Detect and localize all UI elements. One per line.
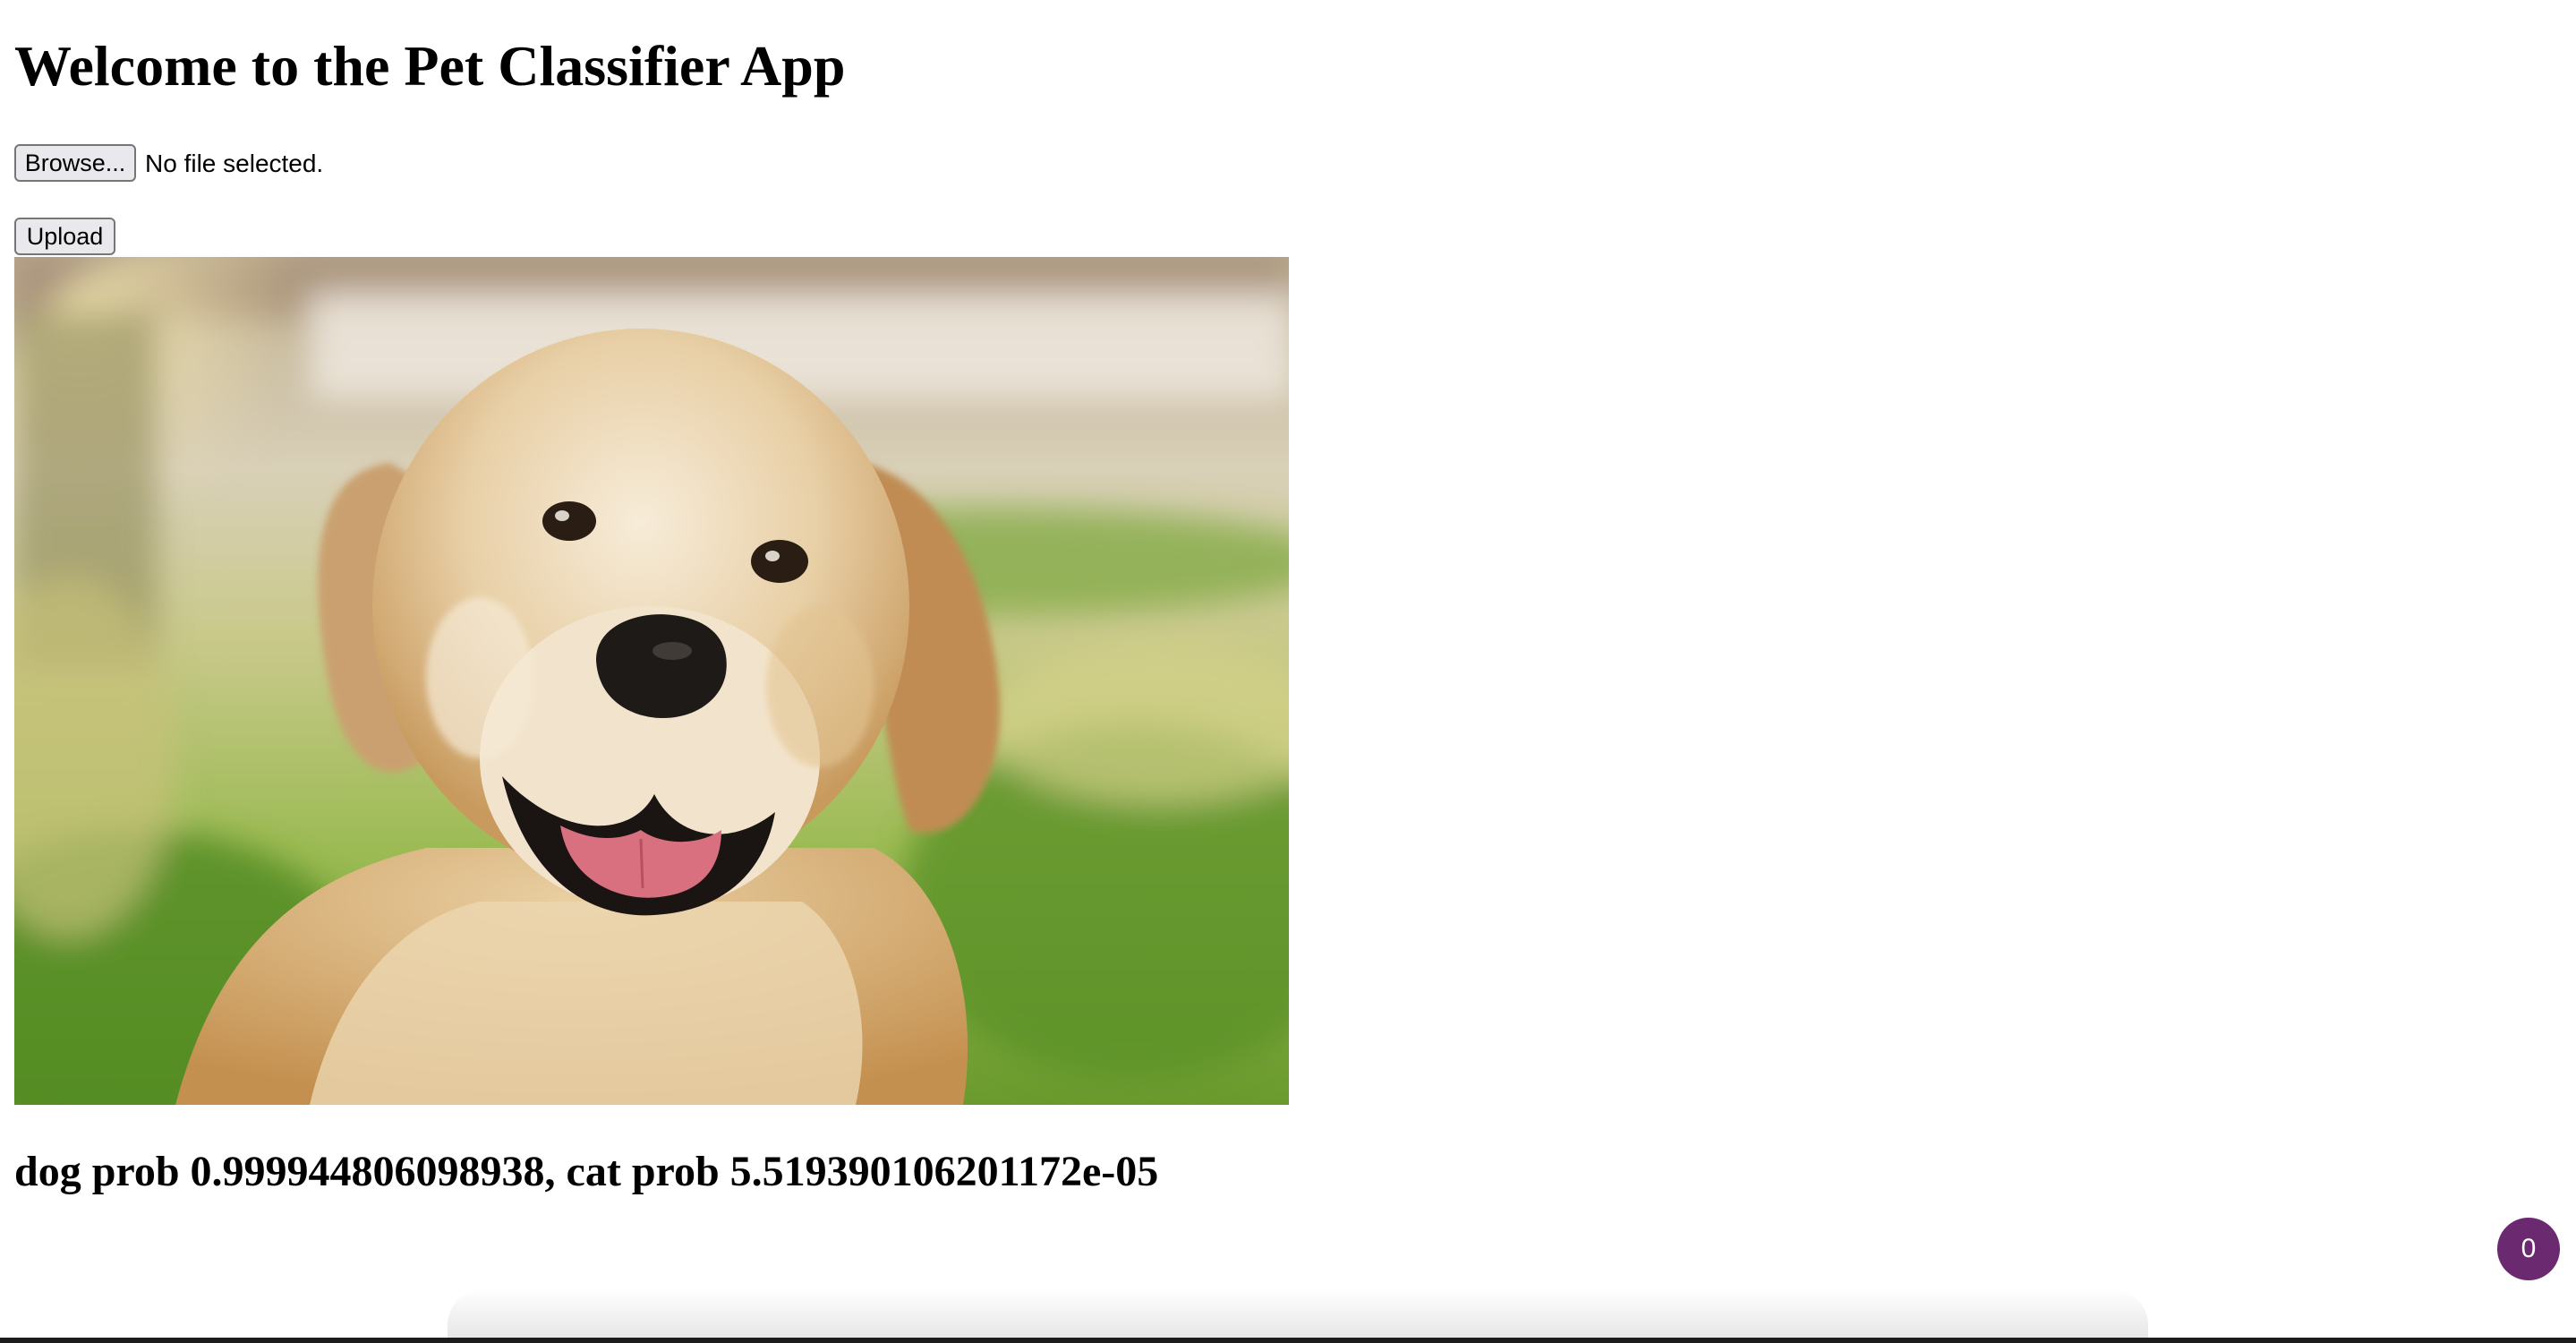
bottom-shadow <box>448 1289 2148 1343</box>
dog-photo <box>14 257 1289 1105</box>
window-bottom-edge <box>0 1338 2576 1343</box>
file-status-text: No file selected. <box>145 150 324 177</box>
counter-badge[interactable]: 0 <box>2497 1218 2560 1280</box>
page: Welcome to the Pet Classifier App Browse… <box>0 0 2576 1343</box>
pet-image <box>14 257 1289 1105</box>
browse-button[interactable]: Browse... <box>14 144 136 182</box>
page-title: Welcome to the Pet Classifier App <box>14 34 846 98</box>
prediction-result: dog prob 0.999944806098938, cat prob 5.5… <box>14 1148 1159 1195</box>
upload-button[interactable]: Upload <box>14 218 115 255</box>
